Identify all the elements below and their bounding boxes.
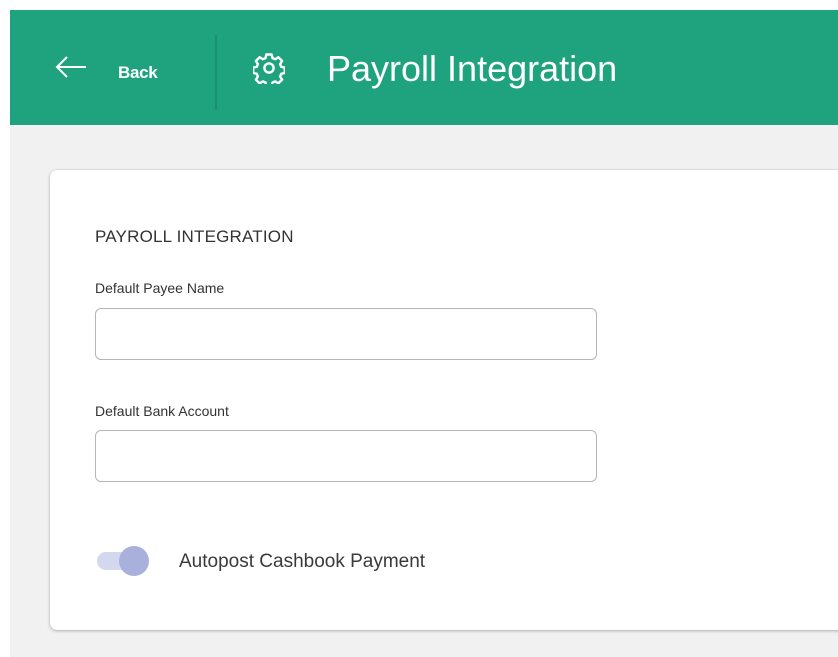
- default-payee-name-input[interactable]: [95, 308, 597, 360]
- toggle-knob: [119, 546, 149, 576]
- autopost-cashbook-label: Autopost Cashbook Payment: [179, 551, 426, 572]
- default-bank-account-label: Default Bank Account: [95, 403, 229, 419]
- app-header: Back Payroll Integration: [10, 10, 838, 125]
- content-area: PAYROLL INTEGRATION Default Payee Name D…: [10, 125, 838, 657]
- gear-icon: [253, 53, 285, 84]
- header-divider: [215, 35, 217, 110]
- settings-card: PAYROLL INTEGRATION Default Payee Name D…: [50, 170, 838, 630]
- page: Back Payroll Integration PAYROLL INTEGRA…: [0, 0, 838, 657]
- default-payee-name-label: Default Payee Name: [95, 280, 225, 296]
- page-title: Payroll Integration: [327, 48, 618, 89]
- default-bank-account-input[interactable]: [95, 430, 597, 482]
- arrow-left-icon[interactable]: [54, 55, 88, 79]
- section-title: PAYROLL INTEGRATION: [95, 227, 294, 246]
- autopost-cashbook-toggle[interactable]: [95, 540, 155, 576]
- back-button[interactable]: Back: [118, 63, 158, 83]
